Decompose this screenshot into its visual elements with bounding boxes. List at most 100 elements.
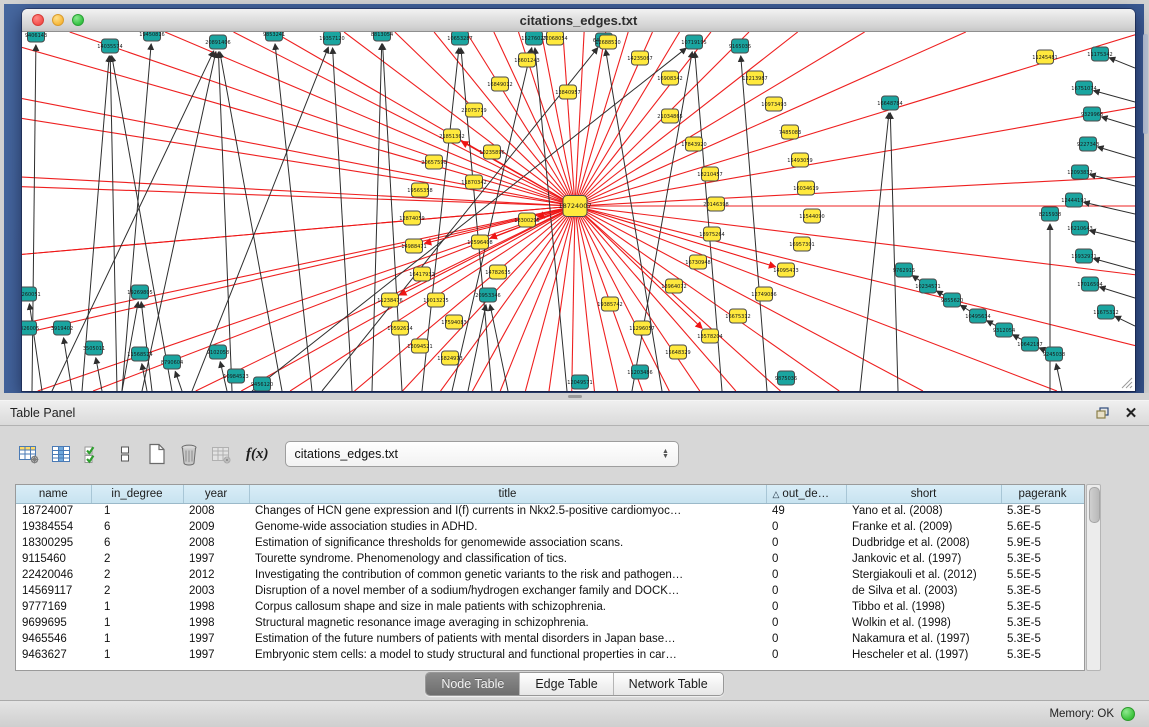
- graph-node[interactable]: 9102058: [207, 345, 229, 359]
- table-cell[interactable]: 0: [766, 535, 846, 551]
- table-cell[interactable]: 0: [766, 647, 846, 663]
- graph-node[interactable]: 22075719: [461, 103, 486, 117]
- graph-node[interactable]: 16751074: [1071, 81, 1096, 95]
- network-view-window[interactable]: citations_edges.txt 94061431403557419450…: [22, 9, 1135, 391]
- graph-node[interactable]: 11175342: [1087, 47, 1112, 61]
- graph-node[interactable]: 3505011: [83, 341, 105, 355]
- table-row[interactable]: 946362711997Embryonic stem cells: a mode…: [16, 647, 1084, 663]
- graph-node[interactable]: 8813054: [371, 32, 393, 41]
- table-cell[interactable]: Corpus callosum shape and size in male p…: [249, 599, 766, 615]
- table-cell[interactable]: Yano et al. (2008): [846, 503, 1001, 519]
- graph-node[interactable]: 11296057: [629, 321, 654, 335]
- create-table-button[interactable]: [142, 439, 172, 469]
- graph-node[interactable]: 13094521: [407, 339, 432, 353]
- graph-node[interactable]: 18300295: [514, 213, 539, 227]
- graph-node[interactable]: 9406143: [25, 32, 47, 42]
- graph-node[interactable]: 9245038: [1043, 347, 1065, 361]
- graph-node[interactable]: 10719195: [681, 35, 706, 49]
- citation-network-graph[interactable]: 9406143140355741945081620891406985324119…: [22, 32, 1135, 391]
- table-cell[interactable]: 0: [766, 583, 846, 599]
- table-scrollbar[interactable]: [1086, 484, 1101, 671]
- table-cell[interactable]: Dudbridge et al. (2008): [846, 535, 1001, 551]
- table-cell[interactable]: Tourette syndrome. Phenomenology and cla…: [249, 551, 766, 567]
- table-cell[interactable]: Investigating the contribution of common…: [249, 567, 766, 583]
- graph-node[interactable]: 11568524: [127, 347, 152, 361]
- graph-node[interactable]: 16957301: [789, 237, 814, 251]
- table-cell[interactable]: Estimation of significance thresholds fo…: [249, 535, 766, 551]
- column-header-title[interactable]: title: [249, 485, 766, 503]
- table-row[interactable]: 977716911998Corpus callosum shape and si…: [16, 599, 1084, 615]
- graph-node[interactable]: 9312054: [993, 323, 1015, 337]
- column-header-name[interactable]: name: [16, 485, 91, 503]
- table-cell[interactable]: 1997: [183, 647, 249, 663]
- table-cell[interactable]: 0: [766, 567, 846, 583]
- table-cell[interactable]: 22420046: [16, 567, 91, 583]
- graph-node[interactable]: 10642187: [1017, 337, 1042, 351]
- table-row[interactable]: 1872400712008Changes of HCN gene express…: [16, 503, 1084, 519]
- graph-node[interactable]: 19565358: [407, 183, 432, 197]
- table-cell[interactable]: 5.3E-5: [1001, 583, 1084, 599]
- graph-node[interactable]: 20953346: [475, 288, 500, 302]
- table-row[interactable]: 2242004622012Investigating the contribut…: [16, 567, 1084, 583]
- column-header-pagerank[interactable]: pagerank: [1001, 485, 1084, 503]
- table-cell[interactable]: 5.6E-5: [1001, 519, 1084, 535]
- table-cell[interactable]: 5.3E-5: [1001, 615, 1084, 631]
- graph-node[interactable]: 17594083: [441, 315, 466, 329]
- table-cell[interactable]: 6: [91, 519, 183, 535]
- table-cell[interactable]: 1998: [183, 615, 249, 631]
- graph-node[interactable]: 14035574: [97, 39, 122, 53]
- table-cell[interactable]: 1997: [183, 631, 249, 647]
- graph-node[interactable]: 20891406: [205, 35, 230, 49]
- table-cell[interactable]: 0: [766, 631, 846, 647]
- graph-node[interactable]: 14095473: [773, 263, 798, 277]
- select-attributes-button[interactable]: [78, 439, 108, 469]
- table-cell[interactable]: 1997: [183, 551, 249, 567]
- close-panel-button[interactable]: ✕: [1121, 404, 1141, 422]
- table-row[interactable]: 1938455462009Genome-wide association stu…: [16, 519, 1084, 535]
- table-cell[interactable]: 2008: [183, 535, 249, 551]
- graph-node[interactable]: 16730948: [685, 255, 710, 269]
- graph-node[interactable]: 12444191: [1061, 193, 1086, 207]
- graph-node[interactable]: 19269805: [127, 285, 152, 299]
- graph-node[interactable]: 12874059: [399, 211, 424, 225]
- graph-node[interactable]: 10592614: [387, 321, 412, 335]
- graph-node[interactable]: 23260051: [22, 287, 41, 301]
- table-cell[interactable]: Genome-wide association studies in ADHD.: [249, 519, 766, 535]
- graph-node[interactable]: 12213987: [742, 71, 767, 85]
- table-cell[interactable]: 5.3E-5: [1001, 647, 1084, 663]
- table-cell[interactable]: 0: [766, 615, 846, 631]
- table-cell[interactable]: 2003: [183, 583, 249, 599]
- tab-node-table[interactable]: Node Table: [426, 673, 519, 695]
- column-header-in_degree[interactable]: in_degree: [91, 485, 183, 503]
- table-cell[interactable]: 2009: [183, 519, 249, 535]
- graph-node[interactable]: 8790604: [161, 355, 183, 369]
- table-cell[interactable]: 9463627: [16, 647, 91, 663]
- graph-node[interactable]: 17843920: [681, 137, 706, 151]
- table-cell[interactable]: Nakamura et al. (1997): [846, 631, 1001, 647]
- table-cell[interactable]: 9115460: [16, 551, 91, 567]
- table-cell[interactable]: 9777169: [16, 599, 91, 615]
- graph-node[interactable]: 13840957: [555, 85, 580, 99]
- graph-node[interactable]: 10973493: [761, 97, 786, 111]
- table-cell[interactable]: 6: [91, 535, 183, 551]
- tab-network-table[interactable]: Network Table: [613, 673, 723, 695]
- table-row[interactable]: 946554611997Estimation of the future num…: [16, 631, 1084, 647]
- table-cell[interactable]: Franke et al. (2009): [846, 519, 1001, 535]
- graph-node[interactable]: 10495634: [965, 309, 990, 323]
- graph-node[interactable]: 9227343: [1077, 137, 1099, 151]
- resize-grip-icon[interactable]: [1119, 375, 1133, 389]
- table-cell[interactable]: 5.3E-5: [1001, 599, 1084, 615]
- network-canvas[interactable]: 9406143140355741945081620891406985324119…: [22, 32, 1135, 391]
- table-cell[interactable]: 9465546: [16, 631, 91, 647]
- table-cell[interactable]: 5.3E-5: [1001, 551, 1084, 567]
- table-cell[interactable]: Stergiakouli et al. (2012): [846, 567, 1001, 583]
- table-cell[interactable]: 5.9E-5: [1001, 535, 1084, 551]
- table-cell[interactable]: 2: [91, 567, 183, 583]
- graph-node[interactable]: 8215938: [1039, 207, 1061, 221]
- graph-node[interactable]: 17016504: [1077, 277, 1102, 291]
- column-header-short[interactable]: short: [846, 485, 1001, 503]
- table-cell[interactable]: 14569117: [16, 583, 91, 599]
- graph-node[interactable]: 20146398: [703, 197, 728, 211]
- table-cell[interactable]: 0: [766, 599, 846, 615]
- table-cell[interactable]: 5.3E-5: [1001, 503, 1084, 519]
